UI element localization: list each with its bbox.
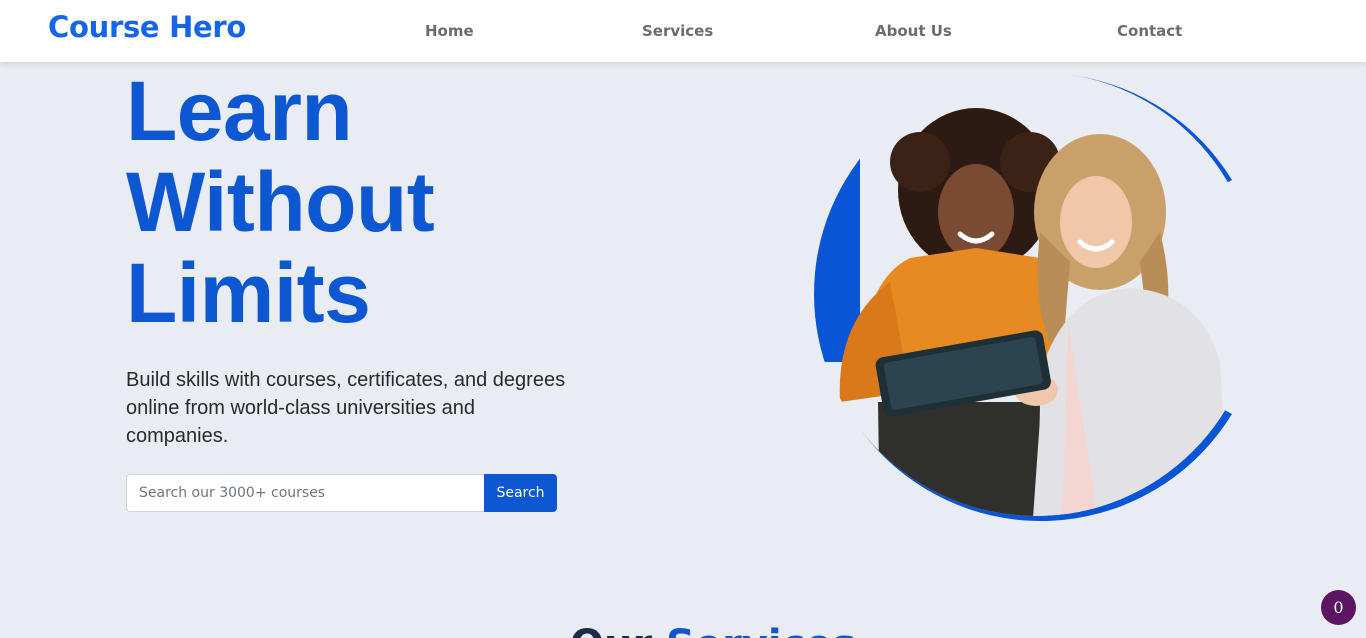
section-title-accent: Services bbox=[666, 622, 856, 638]
hero-title-line-2: Without bbox=[126, 155, 435, 249]
course-search-input[interactable] bbox=[126, 474, 485, 512]
hero-title: Learn Without Limits bbox=[126, 66, 626, 339]
hero-subtitle: Build skills with courses, certificates,… bbox=[126, 369, 566, 447]
course-search-form: Search bbox=[126, 474, 557, 512]
navbar: Course Hero Home Services About Us Conta… bbox=[0, 0, 1366, 62]
nav-link-home[interactable]: Home bbox=[425, 22, 474, 40]
nav-link-services[interactable]: Services bbox=[642, 22, 713, 40]
hero-image bbox=[814, 72, 1258, 521]
cart-count-badge[interactable]: 0 bbox=[1321, 590, 1356, 625]
hero-title-line-1: Learn bbox=[126, 64, 353, 158]
nav-link-about-us[interactable]: About Us bbox=[875, 22, 952, 40]
brand-logo[interactable]: Course Hero bbox=[48, 10, 246, 44]
hero-title-line-3: Limits bbox=[126, 246, 371, 340]
search-button[interactable]: Search bbox=[484, 474, 557, 512]
services-section-title: Our Services bbox=[570, 622, 856, 638]
nav-link-contact[interactable]: Contact bbox=[1117, 22, 1182, 40]
section-title-start: Our bbox=[570, 622, 666, 638]
